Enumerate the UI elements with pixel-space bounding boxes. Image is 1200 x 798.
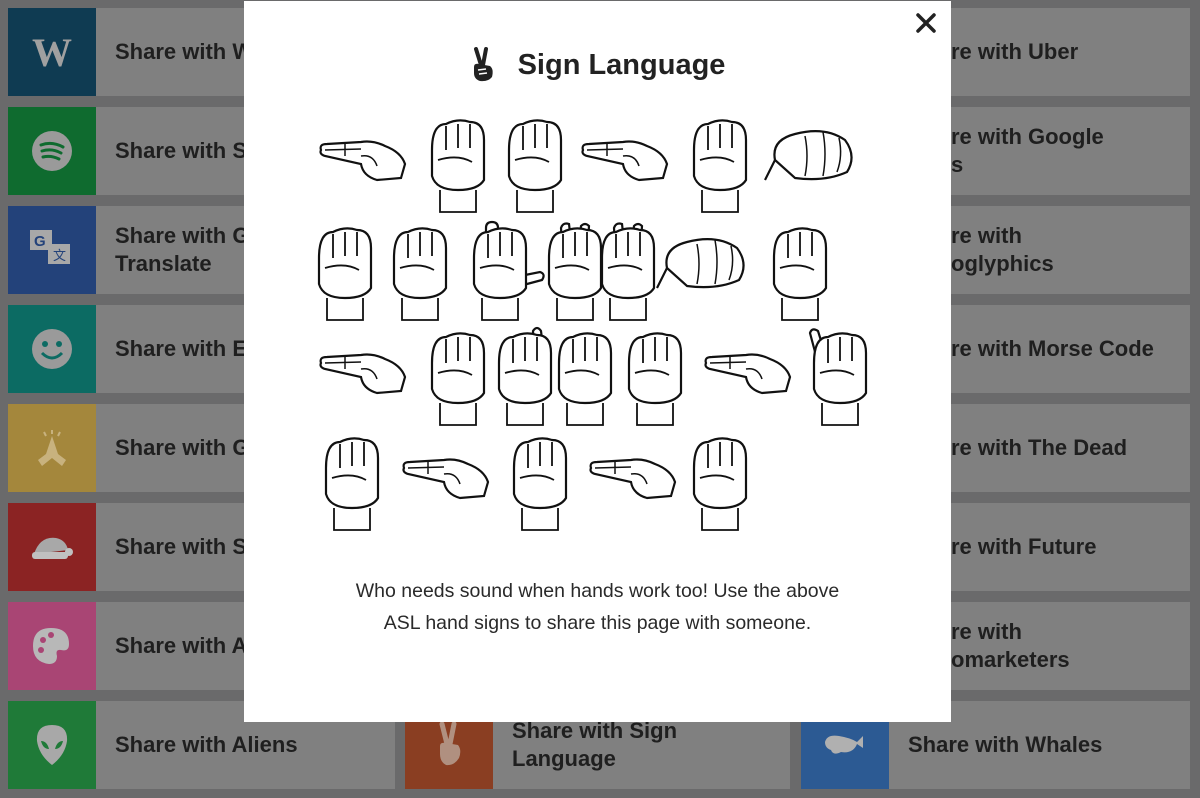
asl-hand-sign — [557, 332, 613, 426]
share-card-label: Share with G — [115, 435, 250, 460]
asl-hand-sign — [581, 140, 669, 182]
asl-hand-sign — [402, 458, 490, 500]
svg-text:G: G — [34, 233, 46, 250]
share-card-label: Share with G Translate — [115, 223, 250, 276]
asl-hand-sign — [319, 140, 407, 182]
modal-description: Who needs sound when hands work too! Use… — [355, 580, 840, 634]
share-card-label: Share with S — [115, 138, 248, 163]
asl-hand-sign — [392, 227, 448, 321]
share-card-label: re with Uber — [951, 39, 1079, 64]
google-translate-icon: G文 — [8, 206, 96, 294]
share-card-label: re with omarketers — [951, 619, 1070, 672]
asl-hand-sign — [704, 353, 792, 395]
share-card-label: Share with S — [115, 534, 248, 559]
santa-hat-icon — [8, 503, 96, 591]
asl-hand-sign — [430, 119, 486, 213]
asl-hand-signs-image — [317, 119, 868, 531]
share-card-label: re with Morse Code — [951, 336, 1154, 361]
spotify-icon — [8, 107, 96, 195]
asl-hand-sign — [547, 222, 603, 321]
share-card-label: re with Future — [951, 534, 1097, 559]
share-card-label: re with oglyphics — [951, 223, 1054, 276]
asl-hand-sign — [497, 326, 553, 426]
asl-hand-sign — [319, 353, 407, 395]
share-card-label: re with Google s — [951, 124, 1104, 177]
asl-hand-sign — [808, 328, 868, 426]
asl-hand-sign — [472, 220, 545, 321]
sign-language-modal: Sign Language Who needs sound when hands… — [244, 1, 951, 722]
asl-hand-sign — [512, 437, 568, 531]
svg-text:文: 文 — [53, 248, 66, 263]
asl-hand-sign — [430, 332, 486, 426]
smiley-icon — [8, 305, 96, 393]
asl-hand-sign — [764, 129, 853, 181]
asl-hand-sign — [589, 458, 677, 500]
asl-hand-sign — [324, 437, 380, 531]
asl-hand-sign — [772, 227, 828, 321]
asl-hand-sign — [656, 237, 745, 289]
share-card-label: re with The Dead — [951, 435, 1128, 460]
palette-icon — [8, 602, 96, 690]
asl-hand-sign — [600, 222, 656, 321]
praying-hands-icon — [8, 404, 96, 492]
asl-hand-sign — [317, 227, 373, 321]
asl-hand-sign — [627, 332, 683, 426]
wikipedia-icon: W — [8, 8, 96, 96]
share-card-label: Share with Whales — [908, 732, 1103, 757]
share-card-label: Share with Sign Language — [512, 718, 678, 771]
share-card-label: Share with A — [115, 633, 248, 658]
alien-icon — [8, 701, 96, 789]
asl-hand-sign — [692, 119, 748, 213]
asl-hand-sign — [692, 437, 748, 531]
share-card-label: Share with W — [115, 39, 254, 64]
share-card-label: Share with Aliens — [115, 732, 298, 757]
share-card-label: Share with E — [115, 336, 248, 361]
asl-hand-sign — [507, 119, 563, 213]
